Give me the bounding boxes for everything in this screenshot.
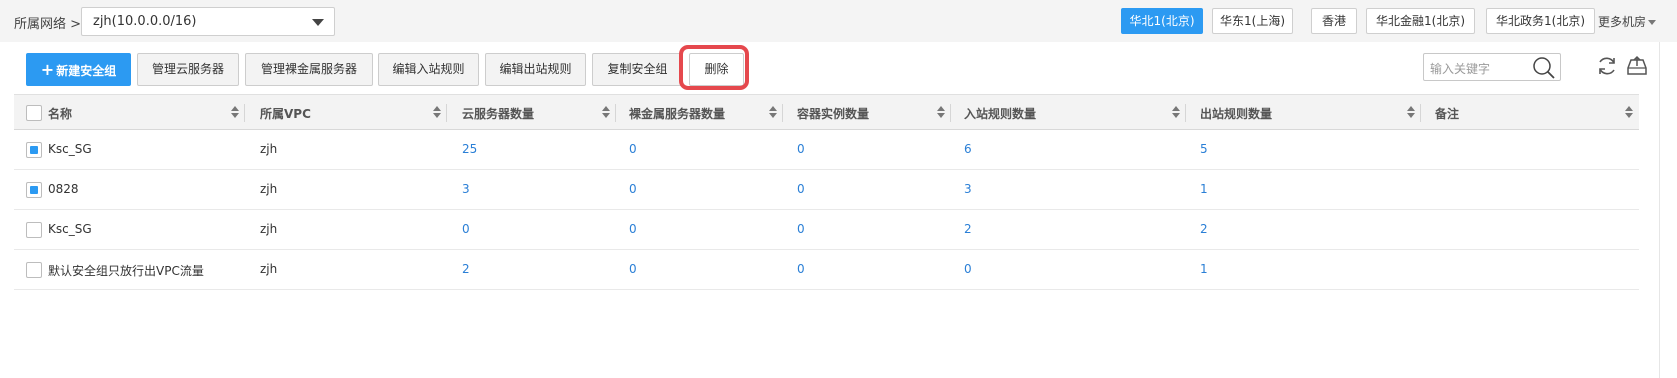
sort-icon[interactable] bbox=[602, 106, 610, 120]
edit-inbound-rules-button[interactable]: 编辑入站规则 bbox=[378, 53, 479, 86]
cell-inbound-rules[interactable]: 6 bbox=[964, 142, 972, 156]
column-divider bbox=[782, 104, 783, 122]
sort-icon[interactable] bbox=[1625, 106, 1633, 120]
row-checkbox[interactable] bbox=[26, 142, 42, 158]
sort-icon[interactable] bbox=[1407, 106, 1415, 120]
more-rooms-dropdown[interactable]: 更多机房 bbox=[1598, 13, 1657, 30]
network-select-value: zjh(10.0.0.0/16) bbox=[93, 14, 197, 29]
row-checkbox[interactable] bbox=[26, 182, 42, 198]
cell-baremetal-servers[interactable]: 0 bbox=[629, 222, 637, 236]
table-row[interactable]: Ksc_SG zjh 25 0 0 6 5 bbox=[14, 130, 1639, 170]
cell-name: Ksc_SG bbox=[48, 222, 92, 236]
table-row[interactable]: 默认安全组只放行出VPC流量 zjh 2 0 0 0 1 bbox=[14, 250, 1639, 290]
sort-icon[interactable] bbox=[231, 106, 239, 120]
cell-baremetal-servers[interactable]: 0 bbox=[629, 142, 637, 156]
column-divider bbox=[615, 104, 616, 122]
cell-vpc: zjh bbox=[260, 222, 278, 236]
sort-icon[interactable] bbox=[937, 106, 945, 120]
manage-cloud-servers-button[interactable]: 管理云服务器 bbox=[137, 53, 239, 86]
cell-outbound-rules[interactable]: 5 bbox=[1200, 142, 1208, 156]
col-vpc[interactable]: 所属VPC bbox=[260, 105, 311, 122]
column-divider bbox=[1185, 104, 1186, 122]
new-security-group-label: 新建安全组 bbox=[56, 64, 117, 78]
refresh-icon[interactable] bbox=[1595, 54, 1619, 78]
row-checkbox[interactable] bbox=[26, 222, 42, 238]
search-input[interactable]: 输入关键字 bbox=[1430, 60, 1490, 77]
copy-security-group-button[interactable]: 复制安全组 bbox=[592, 53, 683, 86]
table-row[interactable]: 0828 zjh 3 0 0 3 1 bbox=[14, 170, 1639, 210]
col-name[interactable]: 名称 bbox=[48, 105, 72, 122]
cell-cloud-servers[interactable]: 0 bbox=[462, 222, 470, 236]
cell-container-instances[interactable]: 0 bbox=[797, 222, 805, 236]
col-outbound-rules[interactable]: 出站规则数量 bbox=[1200, 105, 1272, 122]
cell-vpc: zjh bbox=[260, 142, 278, 156]
chevron-down-icon bbox=[312, 19, 324, 26]
new-security-group-button[interactable]: + 新建安全组 bbox=[26, 53, 131, 86]
region-tab-huabei-finance1[interactable]: 华北金融1(北京) bbox=[1366, 8, 1475, 34]
cell-vpc: zjh bbox=[260, 182, 278, 196]
cell-container-instances[interactable]: 0 bbox=[797, 262, 805, 276]
plus-icon: + bbox=[40, 60, 55, 79]
col-cloud-servers[interactable]: 云服务器数量 bbox=[462, 105, 534, 122]
highlight-box bbox=[679, 45, 749, 90]
search-icon[interactable] bbox=[1532, 56, 1556, 80]
caret-down-icon bbox=[1648, 20, 1657, 25]
col-note[interactable]: 备注 bbox=[1435, 105, 1459, 122]
region-tab-hongkong[interactable]: 香港 bbox=[1311, 8, 1357, 34]
cell-outbound-rules[interactable]: 2 bbox=[1200, 222, 1208, 236]
export-icon[interactable] bbox=[1625, 54, 1649, 78]
column-divider bbox=[1420, 104, 1421, 122]
cell-inbound-rules[interactable]: 0 bbox=[964, 262, 972, 276]
search-box[interactable]: 输入关键字 bbox=[1423, 53, 1561, 81]
select-all-checkbox[interactable] bbox=[26, 105, 42, 121]
cell-name: 默认安全组只放行出VPC流量 bbox=[48, 264, 204, 278]
sort-icon[interactable] bbox=[433, 106, 441, 120]
cell-cloud-servers[interactable]: 3 bbox=[462, 182, 470, 196]
manage-baremetal-servers-button[interactable]: 管理裸金属服务器 bbox=[245, 53, 373, 86]
sort-icon[interactable] bbox=[769, 106, 777, 120]
cell-inbound-rules[interactable]: 2 bbox=[964, 222, 972, 236]
region-tab-huabei1[interactable]: 华北1(北京) bbox=[1121, 8, 1203, 34]
cell-cloud-servers[interactable]: 2 bbox=[462, 262, 470, 276]
cell-cloud-servers[interactable]: 25 bbox=[462, 142, 477, 156]
network-bar: 所属网络 > zjh(10.0.0.0/16) 华北1(北京) 华东1(上海) … bbox=[0, 0, 1677, 42]
network-select[interactable]: zjh(10.0.0.0/16) bbox=[81, 7, 335, 36]
sort-icon[interactable] bbox=[1172, 106, 1180, 120]
column-divider bbox=[950, 104, 951, 122]
cell-name: 0828 bbox=[48, 182, 79, 196]
region-tab-huabei-gov1[interactable]: 华北政务1(北京) bbox=[1486, 8, 1595, 34]
more-rooms-label: 更多机房 bbox=[1598, 15, 1647, 29]
table-row[interactable]: Ksc_SG zjh 0 0 0 2 2 bbox=[14, 210, 1639, 250]
column-divider bbox=[244, 104, 245, 122]
col-container-instances[interactable]: 容器实例数量 bbox=[797, 105, 869, 122]
cell-container-instances[interactable]: 0 bbox=[797, 142, 805, 156]
cell-outbound-rules[interactable]: 1 bbox=[1200, 262, 1208, 276]
column-divider bbox=[446, 104, 447, 122]
cell-baremetal-servers[interactable]: 0 bbox=[629, 262, 637, 276]
network-label: 所属网络 > bbox=[14, 17, 82, 32]
row-checkbox[interactable] bbox=[26, 262, 42, 278]
region-tab-huadong1[interactable]: 华东1(上海) bbox=[1212, 8, 1293, 34]
cell-inbound-rules[interactable]: 3 bbox=[964, 182, 972, 196]
cell-baremetal-servers[interactable]: 0 bbox=[629, 182, 637, 196]
table-header: 名称 所属VPC 云服务器数量 裸金属服务器数量 容器实例数量 入站规则数量 出… bbox=[14, 94, 1639, 130]
col-baremetal-servers[interactable]: 裸金属服务器数量 bbox=[629, 105, 725, 122]
scrollbar-track[interactable] bbox=[1659, 42, 1660, 378]
cell-outbound-rules[interactable]: 1 bbox=[1200, 182, 1208, 196]
cell-container-instances[interactable]: 0 bbox=[797, 182, 805, 196]
cell-vpc: zjh bbox=[260, 262, 278, 276]
cell-name: Ksc_SG bbox=[48, 142, 92, 156]
col-inbound-rules[interactable]: 入站规则数量 bbox=[964, 105, 1036, 122]
edit-outbound-rules-button[interactable]: 编辑出站规则 bbox=[485, 53, 586, 86]
